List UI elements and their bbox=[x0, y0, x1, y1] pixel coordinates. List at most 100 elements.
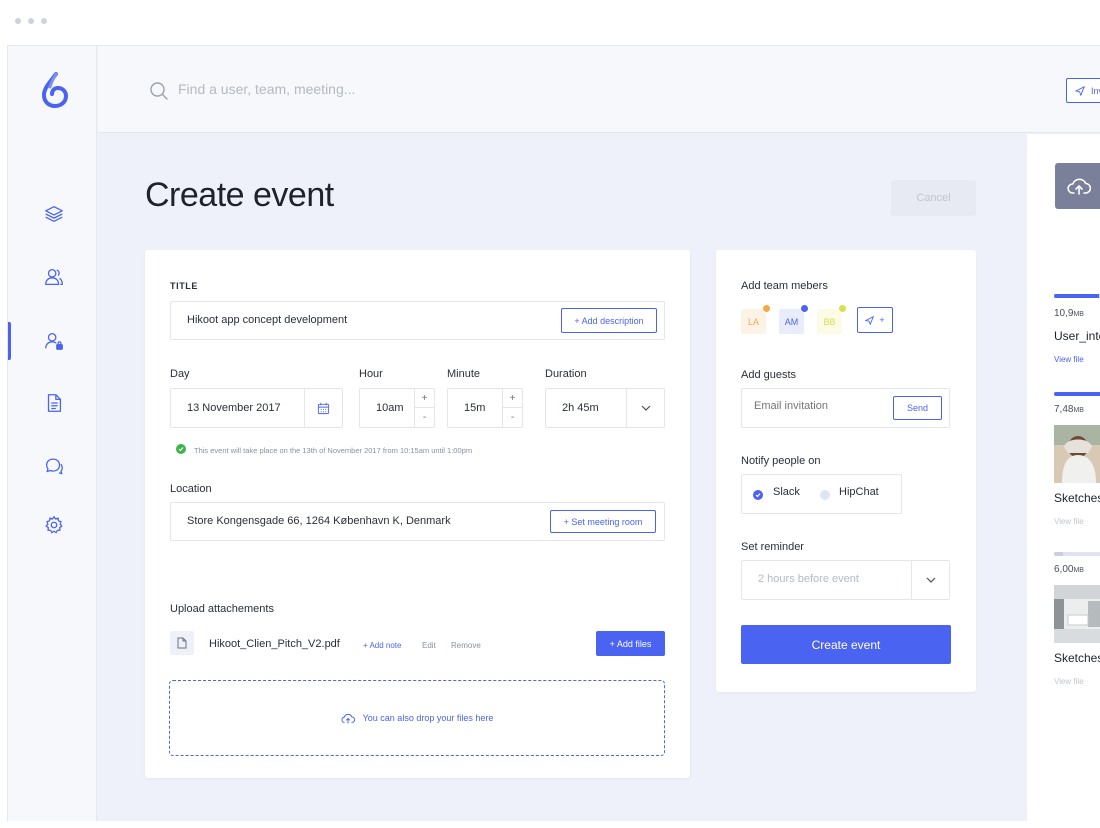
minute-stepper[interactable]: 15m + - bbox=[447, 388, 523, 428]
title-label: TITLE bbox=[170, 281, 198, 291]
chevron-down-icon[interactable] bbox=[911, 561, 949, 599]
day-value: 13 November 2017 bbox=[187, 402, 281, 414]
duration-value: 2h 45m bbox=[562, 402, 599, 414]
set-meeting-room-button[interactable]: + Set meeting room bbox=[550, 510, 656, 533]
duration-select[interactable]: 2h 45m bbox=[545, 388, 665, 428]
cloud-upload-icon bbox=[341, 713, 355, 723]
attachments-label: Upload attachements bbox=[170, 603, 274, 615]
event-form-card: TITLE Hikoot app concept development + A… bbox=[145, 250, 690, 778]
day-label: Day bbox=[170, 368, 190, 380]
file-progress-fill bbox=[1054, 552, 1063, 556]
user-lock-icon[interactable] bbox=[42, 329, 66, 353]
check-circle-icon bbox=[176, 444, 186, 454]
office-photo-thumbnail bbox=[1054, 585, 1100, 643]
cancel-button[interactable]: Cancel bbox=[891, 180, 976, 216]
window-dot bbox=[41, 18, 47, 24]
title-value: Hikoot app concept development bbox=[187, 314, 348, 326]
view-file-link[interactable]: View file bbox=[1054, 517, 1084, 526]
guest-email-input[interactable] bbox=[754, 400, 884, 412]
file-progress-bar bbox=[1054, 294, 1100, 298]
hour-stepper-controls: + - bbox=[414, 389, 434, 427]
file-size-unit: MB bbox=[1073, 311, 1084, 318]
remove-attachment-link[interactable]: Remove bbox=[451, 641, 481, 650]
minute-stepper-controls: + - bbox=[502, 389, 522, 427]
document-icon[interactable] bbox=[42, 391, 66, 415]
location-field[interactable]: Store Kongensgade 66, 1264 København K, … bbox=[170, 502, 665, 541]
file-name: User_inte bbox=[1054, 329, 1100, 343]
minute-decrement-button[interactable]: - bbox=[503, 408, 522, 427]
notify-label: Notify people on bbox=[741, 455, 821, 467]
view-file-link[interactable]: View file bbox=[1054, 355, 1084, 364]
file-name: Sketches bbox=[1054, 651, 1100, 665]
nav-active-indicator bbox=[8, 322, 11, 360]
chevron-down-icon[interactable] bbox=[626, 389, 664, 427]
file-progress-fill bbox=[1054, 294, 1099, 298]
cloud-upload-icon[interactable] bbox=[1055, 163, 1100, 209]
location-value: Store Kongensgade 66, 1264 København K, … bbox=[187, 515, 451, 527]
settings-gear-icon[interactable] bbox=[42, 513, 66, 537]
location-label: Location bbox=[170, 483, 212, 495]
minute-value: 15m bbox=[464, 402, 486, 414]
event-side-card: Add team mebers LA AM BB + Add guests Se… bbox=[716, 250, 976, 692]
file-thumbnail[interactable] bbox=[1054, 585, 1100, 643]
slack-option-label[interactable]: Slack bbox=[773, 486, 800, 498]
guests-label: Add guests bbox=[741, 369, 797, 381]
hour-value: 10am bbox=[376, 402, 404, 414]
calendar-icon[interactable] bbox=[304, 389, 342, 427]
status-badge bbox=[762, 304, 771, 313]
window-dot bbox=[15, 18, 21, 24]
file-size-unit: MB bbox=[1073, 407, 1084, 414]
layers-icon[interactable] bbox=[42, 202, 66, 226]
hour-increment-button[interactable]: + bbox=[415, 389, 434, 408]
users-icon[interactable] bbox=[42, 265, 66, 289]
duration-label: Duration bbox=[545, 368, 587, 380]
search-icon bbox=[149, 81, 169, 106]
send-invite-button[interactable]: Send bbox=[893, 396, 942, 420]
event-summary-note: This event will take place on the 13th o… bbox=[194, 446, 473, 455]
reminder-label: Set reminder bbox=[741, 541, 804, 553]
avatar[interactable]: AM bbox=[779, 304, 809, 334]
status-badge bbox=[838, 304, 847, 313]
minute-increment-button[interactable]: + bbox=[503, 389, 522, 408]
day-field[interactable]: 13 November 2017 bbox=[170, 388, 343, 428]
app-logo-icon[interactable] bbox=[41, 72, 69, 113]
avatar-initials: AM bbox=[784, 316, 799, 327]
reminder-value: 2 hours before event bbox=[758, 573, 859, 585]
attachment-filename: Hikoot_Clien_Pitch_V2.pdf bbox=[209, 638, 340, 650]
file-size-value: 7,48 bbox=[1054, 404, 1074, 415]
search-input[interactable] bbox=[178, 78, 578, 100]
status-badge bbox=[800, 304, 809, 313]
add-description-button[interactable]: + Add description bbox=[561, 308, 657, 333]
hour-label: Hour bbox=[359, 368, 383, 380]
file-progress-bar bbox=[1054, 552, 1100, 556]
add-files-button[interactable]: + Add files bbox=[596, 631, 665, 656]
hour-decrement-button[interactable]: - bbox=[415, 408, 434, 427]
avatar[interactable]: BB bbox=[817, 304, 847, 334]
hour-stepper[interactable]: 10am + - bbox=[359, 388, 435, 428]
chat-icon[interactable] bbox=[42, 454, 66, 478]
create-event-button[interactable]: Create event bbox=[741, 625, 951, 664]
title-field[interactable]: Hikoot app concept development + Add des… bbox=[170, 301, 665, 340]
dropzone-label: You can also drop your files here bbox=[362, 713, 494, 723]
hipchat-option-label[interactable]: HipChat bbox=[839, 486, 879, 498]
send-icon bbox=[865, 315, 875, 325]
avatar[interactable]: LA bbox=[741, 304, 771, 334]
hipchat-radio[interactable] bbox=[820, 490, 830, 500]
add-note-link[interactable]: + Add note bbox=[363, 641, 401, 650]
file-dropzone[interactable]: You can also drop your files here bbox=[169, 680, 665, 756]
sidebar bbox=[8, 46, 97, 821]
add-member-button[interactable]: + bbox=[857, 307, 893, 333]
invite-button-label: Invi bbox=[1091, 85, 1100, 96]
send-icon bbox=[1075, 85, 1085, 96]
invite-button[interactable]: Invi bbox=[1066, 78, 1100, 103]
guest-email-field[interactable]: Send bbox=[741, 388, 950, 428]
edit-attachment-link[interactable]: Edit bbox=[422, 641, 436, 650]
slack-radio[interactable] bbox=[753, 490, 763, 500]
avatar-initials: BB bbox=[823, 316, 836, 327]
file-size-value: 10,9 bbox=[1054, 308, 1074, 319]
reminder-select[interactable]: 2 hours before event bbox=[741, 560, 950, 600]
minute-label: Minute bbox=[447, 368, 481, 380]
view-file-link[interactable]: View file bbox=[1054, 677, 1084, 686]
file-thumbnail[interactable] bbox=[1054, 425, 1100, 483]
person-photo-thumbnail bbox=[1054, 425, 1100, 483]
